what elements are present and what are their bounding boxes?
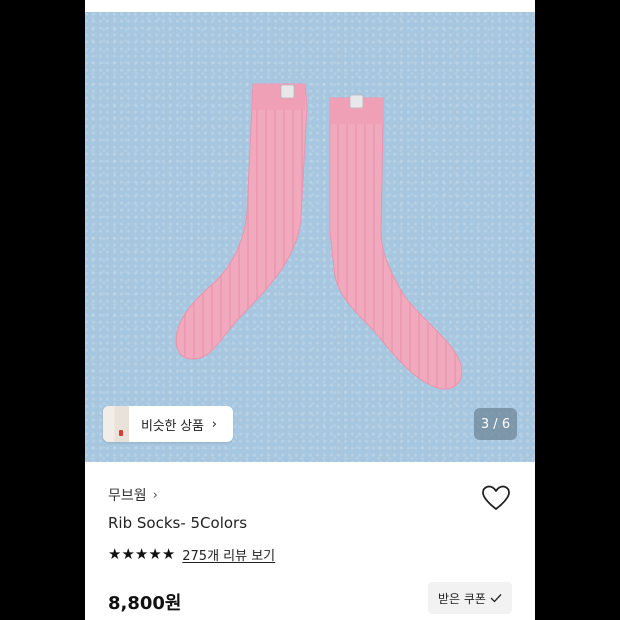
heart-outline-icon[interactable] xyxy=(481,484,511,512)
top-strip xyxy=(85,0,535,12)
right-sock xyxy=(329,97,463,390)
chevron-right-icon: › xyxy=(152,487,158,503)
brand-name: 무브웜 xyxy=(108,488,147,504)
price: 8,800원 xyxy=(108,593,182,614)
left-sock-label xyxy=(280,84,295,99)
review-link[interactable]: 275개 리뷰 보기 xyxy=(182,545,275,564)
chevron-right-icon: › xyxy=(211,416,217,432)
coupon-label: 받은 쿠폰 xyxy=(438,591,486,606)
product-image xyxy=(175,83,463,390)
rating-stars: ★ ★ ★ ★ ★ xyxy=(108,547,175,562)
right-sock-label xyxy=(349,94,364,109)
product-detail-screen: 비슷한 상품 › 3 / 6 무브웜 › Rib Socks- 5Colors … xyxy=(85,0,535,620)
similar-products-button[interactable]: 비슷한 상품 › xyxy=(103,406,233,442)
star-icon: ★ xyxy=(121,545,135,563)
brand-link[interactable]: 무브웜 › xyxy=(108,485,158,505)
star-icon: ★ xyxy=(161,545,176,563)
product-name: Rib Socks- 5Colors xyxy=(108,514,248,532)
coupon-button[interactable]: 받은 쿠폰 xyxy=(428,582,512,614)
image-counter: 3 / 6 xyxy=(474,408,517,440)
star-icon: ★ xyxy=(148,545,162,563)
star-icon: ★ xyxy=(134,545,149,563)
product-info-panel: 무브웜 › Rib Socks- 5Colors ★ ★ ★ ★ ★ 275개 … xyxy=(85,462,535,620)
similar-products-thumbnail xyxy=(103,406,129,442)
star-icon: ★ xyxy=(108,545,122,563)
rating-row: ★ ★ ★ ★ ★ 275개 리뷰 보기 xyxy=(108,545,275,565)
similar-products-label: 비슷한 상품 xyxy=(141,418,204,434)
check-icon xyxy=(490,594,502,603)
left-sock-cuff xyxy=(253,84,305,110)
product-image-gallery[interactable]: 비슷한 상품 › 3 / 6 xyxy=(85,12,535,462)
left-sock xyxy=(175,83,308,360)
